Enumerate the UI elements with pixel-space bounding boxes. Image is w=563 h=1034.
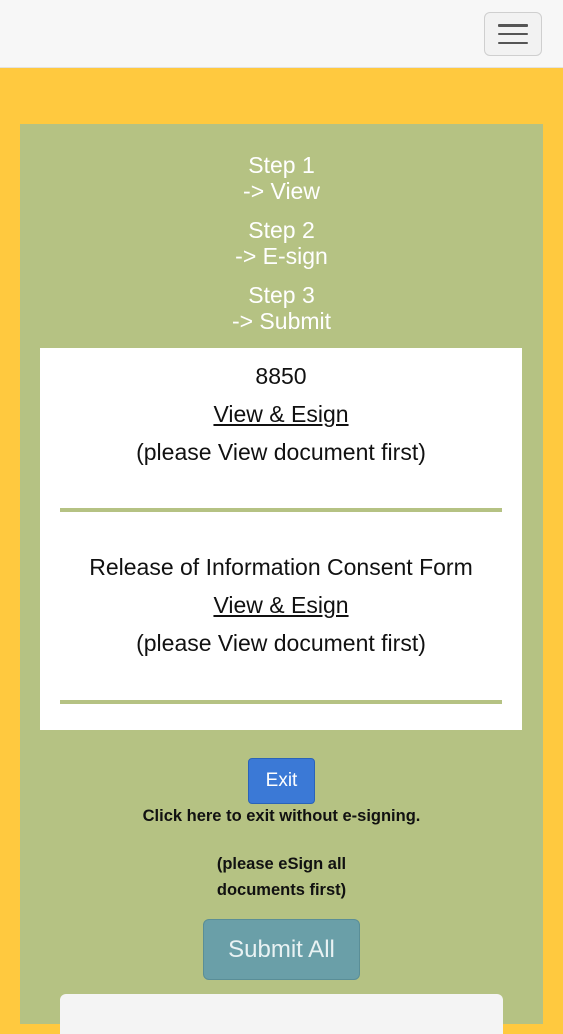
hamburger-icon [498,24,528,44]
exit-button[interactable]: Exit [248,758,315,804]
step-1: Step 1 -> View [20,152,543,204]
document-item: 8850 View & Esign (please View document … [40,362,522,466]
step-action: -> Submit [231,308,332,334]
document-title: Release of Information Consent Form [89,554,473,580]
submit-all-button[interactable]: Submit All [203,919,360,980]
esign-all-note: (please eSign all documents first) [20,851,543,903]
document-note: (please View document first) [136,630,426,656]
divider [60,700,502,704]
document-title: 8850 [255,363,307,389]
esign-note-line: (please eSign all [216,855,347,873]
esign-note-line: documents first) [216,881,347,899]
signing-panel: Step 1 -> View Step 2 -> E-sign Step 3 -… [20,124,543,1034]
view-esign-link[interactable]: View & Esign [213,591,348,619]
step-label: Step 2 [248,217,315,243]
top-bar [0,0,563,68]
menu-toggle-button[interactable] [484,12,542,56]
step-2: Step 2 -> E-sign [20,217,543,269]
view-esign-link[interactable]: View & Esign [213,400,348,428]
divider [60,508,502,512]
document-note: (please View document first) [136,439,426,465]
step-3: Step 3 -> Submit [20,282,543,334]
bottom-panel [60,994,503,1034]
document-item: Release of Information Consent Form View… [40,553,522,657]
step-label: Step 3 [248,282,315,308]
steps-list: Step 1 -> View Step 2 -> E-sign Step 3 -… [20,152,543,347]
step-label: Step 1 [248,152,315,178]
step-action: -> E-sign [235,243,328,269]
documents-list: 8850 View & Esign (please View document … [40,348,522,730]
step-action: -> View [243,178,320,204]
exit-instructions: Click here to exit without e-signing. [142,807,421,825]
